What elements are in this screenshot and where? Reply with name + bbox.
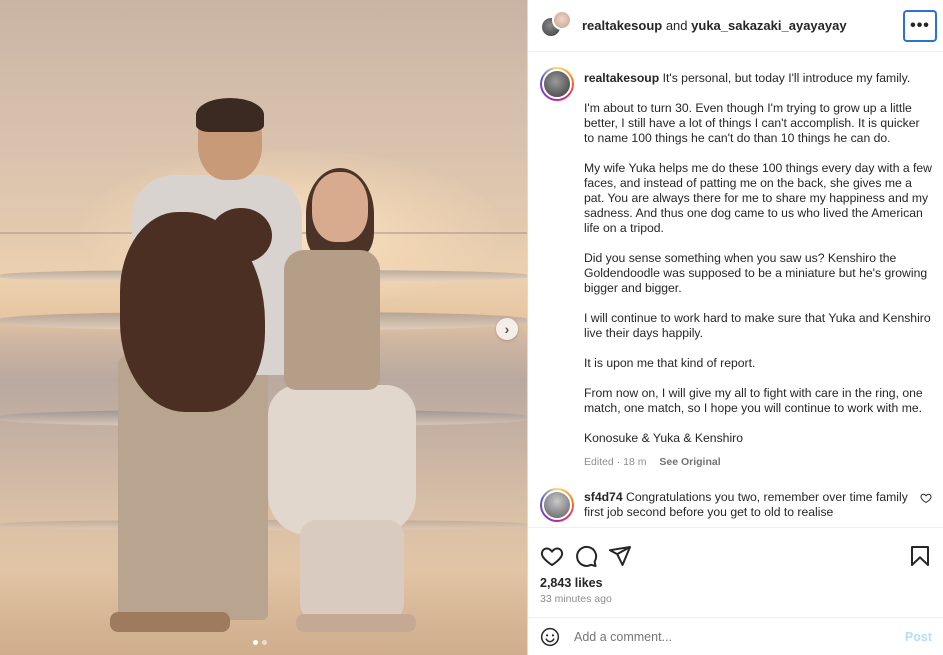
comment-input[interactable] [572,628,905,645]
caption-paragraph: From now on, I will give my all to fight… [584,386,923,415]
see-original-link[interactable]: See Original [659,456,720,468]
woman-face [312,172,368,242]
dog-head [210,208,272,263]
post-timestamp[interactable]: 33 minutes ago [528,590,943,605]
man-sandals [110,612,230,632]
post-header: realtakesoup and yuka_sakazaki_ayayayay … [528,0,943,52]
caption-text: realtakesoup It's personal, but today I'… [584,67,932,470]
caption-paragraph: I will continue to work hard to make sur… [584,311,931,340]
caption-paragraph: Konosuke & Yuka & Kenshiro [584,431,743,445]
comment: sf4d74 Congratulations you two, remember… [540,488,932,522]
carousel-dot [262,640,267,645]
next-photo-button[interactable]: › [496,318,518,340]
carousel-dots [253,640,267,645]
bookmark-icon[interactable] [908,544,932,568]
post-photo[interactable]: › [0,0,527,655]
more-options-button[interactable]: ••• [903,9,937,42]
like-comment-heart-icon[interactable] [920,492,932,504]
woman-legs [300,520,404,620]
caption-username[interactable]: realtakesoup [584,71,659,85]
caption-meta: Edited · 18 m See Original [584,455,932,470]
post-authors: realtakesoup and yuka_sakazaki_ayayayay [582,18,903,33]
avatar [552,9,572,30]
caption-paragraph: My wife Yuka helps me do these 100 thing… [584,161,932,235]
post-dialog: › realtakesoup and yuka_sakazaki_ayayaya… [0,0,943,655]
caption-paragraph: Did you sense something when you saw us?… [584,251,928,295]
caption: realtakesoup It's personal, but today I'… [540,67,932,470]
caption-paragraph: I'm about to turn 30. Even though I'm tr… [584,101,920,145]
author-link[interactable]: realtakesoup [582,18,662,33]
carousel-dot-active [253,640,258,645]
comment-body: Congratulations you two, remember over t… [584,490,908,519]
comment-composer: Post [528,617,943,655]
post-sidebar: realtakesoup and yuka_sakazaki_ayayayay … [527,0,943,655]
likes-count[interactable]: 2,843 likes [528,572,943,590]
caption-avatar[interactable] [540,67,574,101]
collab-avatars[interactable] [540,9,572,42]
heart-icon[interactable] [540,544,564,568]
chevron-right-icon: › [504,321,510,337]
action-icons [528,528,943,572]
edited-timestamp: Edited · 18 m [584,456,647,468]
post-comment-button[interactable]: Post [905,630,932,644]
comment-username[interactable]: sf4d74 [584,490,623,504]
comment-text: sf4d74 Congratulations you two, remember… [584,490,914,522]
emoji-icon[interactable] [540,627,560,647]
man-hair [196,98,264,132]
woman-top [284,250,380,390]
share-icon[interactable] [608,544,632,568]
post-actions: 2,843 likes 33 minutes ago Post [528,527,943,655]
comment-icon[interactable] [574,544,598,568]
comment-avatar[interactable] [540,488,574,522]
more-icon: ••• [910,16,930,34]
comments-list[interactable]: realtakesoup It's personal, but today I'… [528,53,943,527]
authors-joiner: and [665,18,688,33]
coauthor-link[interactable]: yuka_sakazaki_ayayayay [691,18,846,33]
woman-sandals [296,614,416,632]
woman-pants [268,385,416,535]
caption-paragraph: It is upon me that kind of report. [584,356,756,370]
caption-paragraph: It's personal, but today I'll introduce … [662,71,911,85]
